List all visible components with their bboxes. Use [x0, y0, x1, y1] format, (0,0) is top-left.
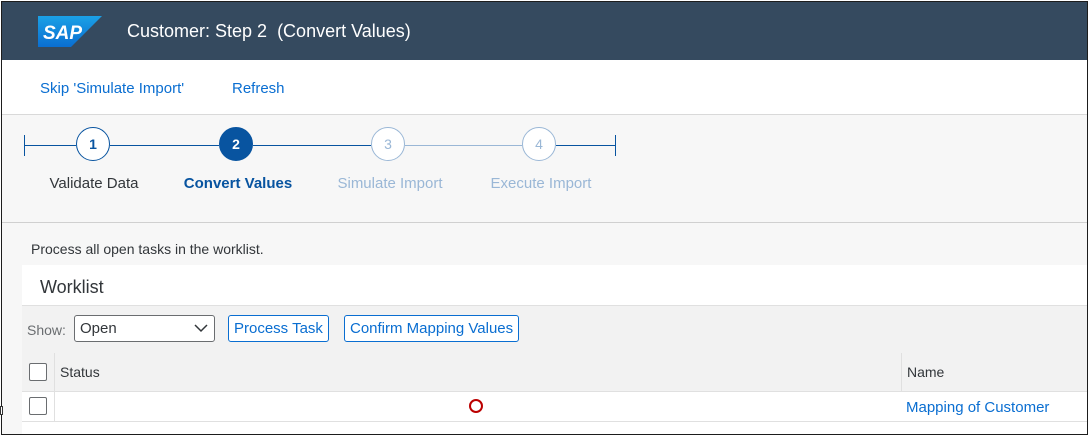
wizard-step-4-label: Execute Import — [490, 175, 592, 192]
wizard-end-cap — [615, 135, 616, 156]
table-row[interactable]: Mapping of Customer — [22, 392, 1087, 422]
column-header-name[interactable]: Name — [907, 364, 944, 380]
content-area: Process all open tasks in the worklist. … — [2, 223, 1087, 434]
worklist-panel: Worklist Show: Open Process Task Confirm… — [22, 265, 1087, 434]
wizard-step-2-label[interactable]: Convert Values — [184, 175, 292, 192]
table-header: Status Name — [22, 353, 1087, 392]
worklist-toolbar: Show: Open Process Task Confirm Mapping … — [22, 305, 1087, 354]
wizard-step-1[interactable]: 1 — [76, 127, 110, 161]
show-filter-value: Open — [80, 320, 117, 337]
action-toolbar: Skip 'Simulate Import' Refresh — [2, 60, 1087, 115]
wizard-step-4: 4 — [522, 127, 556, 161]
wizard-step-3: 3 — [371, 127, 405, 161]
confirm-mapping-values-button[interactable]: Confirm Mapping Values — [344, 315, 520, 342]
show-filter-select[interactable]: Open — [74, 315, 215, 342]
column-header-status[interactable]: Status — [60, 364, 100, 380]
app-title: Customer: Step 2 (Convert Values) — [127, 21, 411, 41]
row-select-checkbox[interactable] — [29, 397, 47, 415]
worklist-title: Worklist — [40, 277, 104, 297]
process-task-button[interactable]: Process Task — [228, 315, 329, 342]
wizard-connector — [24, 145, 76, 146]
column-divider — [54, 392, 55, 421]
svg-text:SAP: SAP — [43, 23, 82, 44]
wizard-step-3-label: Simulate Import — [337, 175, 443, 192]
chevron-down-icon — [194, 324, 208, 333]
wizard-connector — [405, 145, 522, 146]
wizard-step-2[interactable]: 2 — [219, 127, 253, 161]
column-divider — [901, 353, 902, 391]
window-edge-handle — [0, 406, 3, 415]
wizard-progress: 1 2 3 4 Validate Data Convert Values Sim… — [2, 115, 1087, 223]
task-name-link[interactable]: Mapping of Customer — [906, 399, 1049, 416]
wizard-step-1-label[interactable]: Validate Data — [50, 175, 139, 192]
wizard-connector — [110, 145, 219, 146]
open-circle-icon — [469, 399, 483, 413]
wizard-connector — [556, 145, 615, 146]
wizard-connector — [253, 145, 371, 146]
show-label: Show: — [27, 322, 66, 338]
sap-logo[interactable]: SAP — [38, 16, 102, 47]
app-window: SAP Customer: Step 2 (Convert Values) Sk… — [1, 1, 1088, 435]
select-all-checkbox[interactable] — [29, 363, 47, 381]
refresh-button[interactable]: Refresh — [232, 80, 285, 97]
column-divider — [54, 353, 55, 391]
instruction-text: Process all open tasks in the worklist. — [31, 241, 264, 257]
shell-header: SAP Customer: Step 2 (Convert Values) — [2, 2, 1087, 60]
skip-simulate-import-button[interactable]: Skip 'Simulate Import' — [40, 80, 184, 97]
